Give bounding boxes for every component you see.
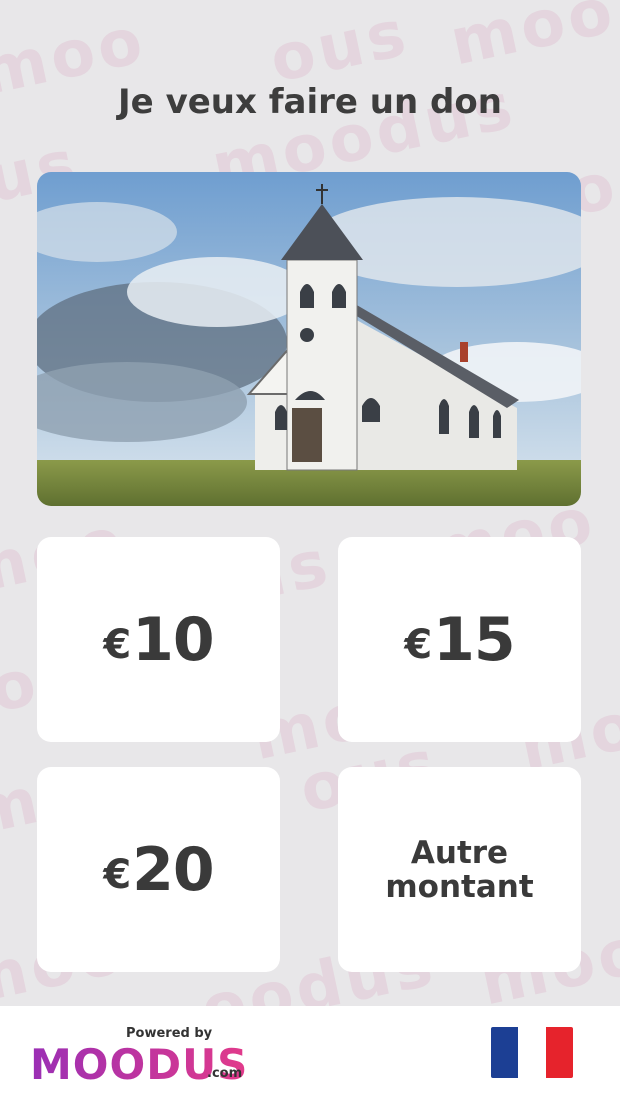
amount-20-button[interactable]: €20	[37, 767, 280, 972]
other-amount-label: Autre montant	[360, 836, 560, 904]
logo-domain: .com	[207, 1066, 243, 1081]
powered-by-text: Powered by	[126, 1026, 213, 1041]
amount-15-button[interactable]: €15	[338, 537, 581, 742]
amount-10-label: €10	[103, 604, 214, 675]
amount-value: 10	[132, 604, 214, 675]
amount-value: 20	[132, 834, 214, 905]
flag-red-band	[545, 1027, 573, 1078]
amount-10-button[interactable]: €10	[37, 537, 280, 742]
other-amount-line1: Autre	[410, 834, 509, 871]
flag-blue-band	[491, 1027, 519, 1078]
other-amount-button[interactable]: Autre montant	[338, 767, 581, 972]
euro-sign: €	[103, 621, 131, 668]
flag-white-band	[518, 1027, 546, 1078]
flag-fr-icon[interactable]	[491, 1027, 573, 1078]
amount-20-label: €20	[103, 834, 214, 905]
church-photo	[37, 172, 581, 506]
other-amount-line2: montant	[385, 868, 534, 905]
euro-sign: €	[404, 621, 432, 668]
amount-15-label: €15	[404, 604, 515, 675]
amount-value: 15	[433, 604, 515, 675]
page-title: Je veux faire un don	[118, 82, 502, 122]
euro-sign: €	[103, 851, 131, 898]
moodus-logo: MOODUS	[30, 1040, 249, 1089]
